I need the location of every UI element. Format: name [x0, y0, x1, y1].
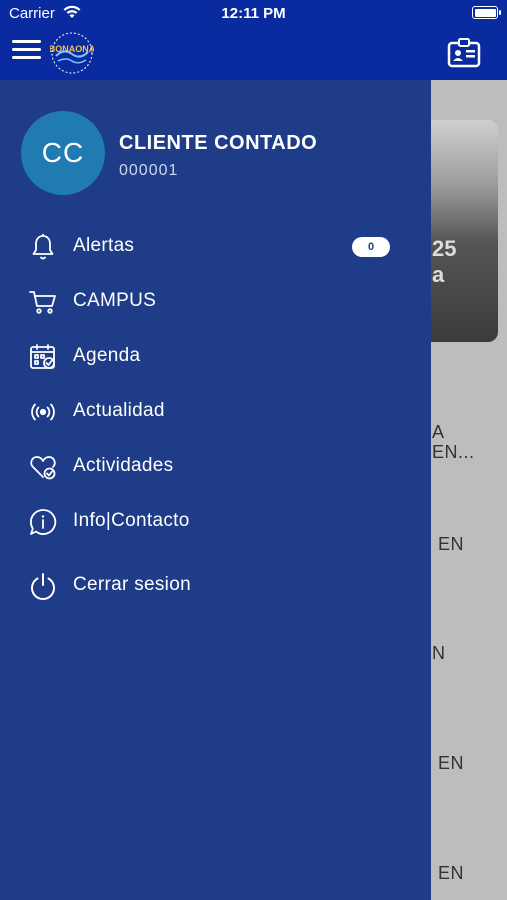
bonaona-logo: BONAONA: [50, 30, 94, 76]
power-icon: [28, 571, 58, 601]
menu-item-info-contacto[interactable]: Info|Contacto: [0, 497, 431, 547]
menu-item-campus[interactable]: CAMPUS: [0, 277, 431, 327]
battery-icon: [472, 6, 501, 19]
logo-text: BONAONA: [50, 44, 94, 54]
alert-count-badge: 0: [352, 237, 390, 257]
menu-item-label: Actividades: [73, 455, 174, 476]
menu-item-label: Agenda: [73, 345, 141, 366]
menu-item-agenda[interactable]: Agenda: [0, 332, 431, 382]
cart-icon: [28, 287, 58, 317]
menu-item-label: Info|Contacto: [73, 510, 190, 531]
calendar-check-icon: [28, 342, 58, 372]
broadcast-icon: [28, 397, 58, 427]
menu-item-actualidad[interactable]: Actualidad: [0, 387, 431, 437]
avatar-initials: CC: [41, 137, 85, 168]
info-chat-icon: [28, 507, 58, 537]
menu-item-label: Cerrar sesion: [73, 574, 191, 595]
bell-icon: [28, 232, 58, 262]
menu-item-label: CAMPUS: [73, 290, 157, 311]
avatar[interactable]: CC: [21, 111, 105, 195]
status-bar: Carrier 12:11 PM: [0, 0, 507, 28]
heart-check-icon: [28, 452, 58, 482]
menu-item-label: Alertas: [73, 235, 135, 256]
menu-item-label: Actualidad: [73, 400, 165, 421]
app-bar: BONAONA: [0, 28, 507, 80]
menu-item-actividades[interactable]: Actividades: [0, 442, 431, 492]
drawer-scrim[interactable]: [431, 80, 507, 900]
clock: 12:11 PM: [221, 5, 286, 22]
menu-item-alertas[interactable]: Alertas 0: [0, 222, 431, 272]
user-code: 000001: [119, 162, 179, 179]
hamburger-menu-button[interactable]: [12, 38, 42, 62]
contact-card-button[interactable]: [447, 38, 481, 68]
menu-item-cerrar-sesion[interactable]: Cerrar sesion: [0, 561, 431, 611]
navigation-drawer: CC CLIENTE CONTADO 000001 Alertas 0 CAMP…: [0, 80, 431, 900]
user-name: CLIENTE CONTADO: [119, 132, 318, 154]
